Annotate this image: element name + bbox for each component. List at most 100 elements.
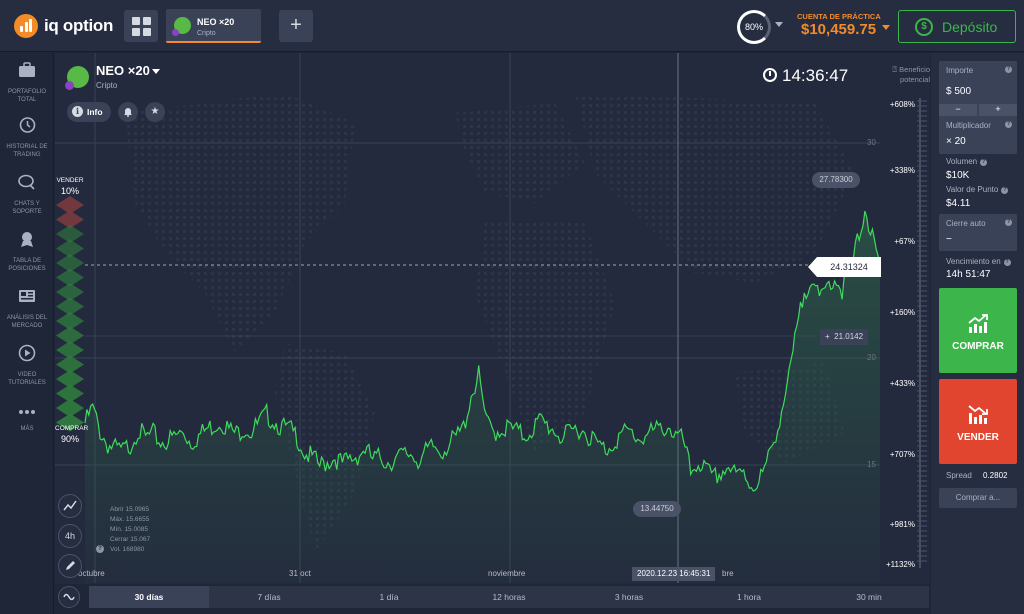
period-12h[interactable]: 12 horas bbox=[449, 586, 569, 608]
sidebar-item-leaderboard[interactable]: TABLA DE POSICIONES bbox=[0, 230, 54, 273]
sidebar-item-history[interactable]: HISTORIAL DE TRADING bbox=[0, 116, 54, 159]
period-3h[interactable]: 3 horas bbox=[569, 586, 689, 608]
grid-icon bbox=[131, 16, 140, 25]
medal-icon bbox=[21, 232, 33, 247]
neo-coin-icon bbox=[172, 17, 191, 36]
profit-scale-ladder bbox=[917, 98, 927, 568]
sentiment-indicator bbox=[56, 196, 84, 432]
chart-asset-title[interactable]: NEO ×20 bbox=[96, 63, 150, 78]
increase-amount-button[interactable]: + bbox=[979, 104, 1017, 116]
multiplier-label: Multiplicador bbox=[946, 121, 991, 130]
account-type-label[interactable]: CUENTA DE PRÁCTICA bbox=[797, 12, 881, 21]
profit-pct: +160% bbox=[889, 308, 915, 317]
help-icon[interactable]: ? bbox=[96, 545, 104, 553]
account-chevron-down-icon[interactable] bbox=[882, 25, 890, 30]
amount-input[interactable]: $ 500 bbox=[946, 86, 971, 97]
chat-icon bbox=[18, 174, 35, 190]
sidebar-item-more[interactable]: MÁS bbox=[0, 403, 54, 433]
sidebar-item-label: MÁS bbox=[20, 426, 34, 432]
buy-sentiment-value: 90% bbox=[60, 434, 79, 444]
dollar-circle-icon: $ bbox=[915, 18, 933, 36]
price-tick: 20 bbox=[867, 353, 876, 362]
potential-profit-header: ⍰ Beneficio potencial bbox=[870, 65, 930, 85]
asset-tab-neo[interactable]: NEO ×20 Cripto bbox=[166, 9, 261, 43]
period-30d[interactable]: 30 días bbox=[89, 586, 209, 608]
indicators-button[interactable] bbox=[58, 494, 82, 518]
buy-at-button[interactable]: Comprar a... bbox=[939, 488, 1017, 508]
help-icon[interactable]: ? bbox=[1003, 259, 1011, 266]
sell-button[interactable]: VENDER bbox=[939, 379, 1017, 464]
profit-pct: +67% bbox=[894, 237, 915, 246]
strike-price-label[interactable]: + 21.0142 bbox=[820, 329, 869, 345]
ohlc-tooltip: Abrir 15.0965 Máx. 15.6655 Mín. 15.0085 … bbox=[110, 505, 150, 555]
chart-line-icon bbox=[63, 500, 77, 511]
alert-bell-button[interactable] bbox=[118, 102, 138, 122]
deposit-button[interactable]: $ Depósito bbox=[898, 10, 1016, 43]
logo-text: iq option bbox=[44, 16, 114, 35]
chart-area[interactable]: NEO ×20 Cripto i Info ★ 14:36:47 ⍰ Benef… bbox=[55, 53, 930, 584]
chevron-down-icon[interactable] bbox=[152, 69, 160, 74]
multiplier-field[interactable]: Multiplicador ? × 20 bbox=[939, 116, 1017, 154]
help-icon[interactable]: ? bbox=[1005, 219, 1012, 226]
trend-down-icon bbox=[968, 405, 988, 424]
profit-pct: +338% bbox=[889, 166, 915, 175]
auto-close-label: Cierre auto bbox=[946, 219, 986, 228]
timeframe-button[interactable]: 4h bbox=[58, 524, 82, 548]
drawing-tools-button[interactable] bbox=[58, 554, 82, 578]
account-balance[interactable]: $10,459.75 bbox=[801, 21, 876, 38]
neo-coin-icon bbox=[65, 66, 89, 90]
all-assets-button[interactable] bbox=[124, 10, 158, 42]
price-chart[interactable] bbox=[55, 53, 930, 584]
spread-label: Spread bbox=[946, 471, 972, 480]
history-icon bbox=[19, 117, 36, 133]
ohlc-volume: Vol. 168980 bbox=[110, 546, 145, 553]
auto-close-field[interactable]: Cierre auto ? − bbox=[939, 214, 1017, 251]
amount-label: Importe bbox=[946, 66, 974, 75]
add-asset-button[interactable]: + bbox=[279, 10, 313, 42]
chart-asset-category: Cripto bbox=[96, 81, 118, 90]
sidebar-item-video-tutorials[interactable]: VIDEO TUTORIALES bbox=[0, 344, 54, 387]
period-1h[interactable]: 1 hora bbox=[689, 586, 809, 608]
pencil-icon bbox=[66, 561, 75, 570]
sidebar-item-chat[interactable]: CHATS Y SOPORTE bbox=[0, 173, 54, 216]
ohlc-close: Cerrar 15.067 bbox=[110, 536, 151, 543]
iq-option-logo[interactable]: iq option bbox=[14, 14, 113, 38]
ohlc-low: Mín. 15.0085 bbox=[110, 526, 148, 533]
chevron-down-icon[interactable] bbox=[775, 22, 783, 27]
period-7d[interactable]: 7 días bbox=[209, 586, 329, 608]
sidebar-item-portfolio[interactable]: PORTAFOLIO TOTAL bbox=[0, 61, 54, 104]
help-icon[interactable]: ? bbox=[980, 159, 988, 166]
sidebar-item-label: VIDEO TUTORIALES bbox=[8, 372, 46, 386]
favorite-button[interactable]: ★ bbox=[145, 102, 165, 122]
period-1d[interactable]: 1 día bbox=[329, 586, 449, 608]
amount-stepper: − + bbox=[939, 104, 1017, 116]
asset-tab-category: Cripto bbox=[197, 30, 216, 37]
plus-icon: + bbox=[825, 332, 830, 341]
amount-field[interactable]: Importe ? $ 500 − + bbox=[939, 61, 1017, 117]
star-icon: ★ bbox=[150, 106, 160, 117]
low-price-label: 13.44750 bbox=[633, 501, 681, 517]
sidebar-item-label: TABLA DE POSICIONES bbox=[8, 258, 46, 272]
info-icon: i bbox=[72, 106, 83, 117]
help-icon[interactable]: ? bbox=[1005, 121, 1012, 128]
auto-close-value: − bbox=[946, 234, 952, 245]
info-button[interactable]: i Info bbox=[67, 102, 111, 122]
profit-pct: +1132% bbox=[886, 560, 915, 569]
help-icon[interactable]: ? bbox=[1005, 66, 1012, 73]
sidebar-item-market-analysis[interactable]: ANÁLISIS DEL MERCADO bbox=[0, 287, 54, 330]
decrease-amount-button[interactable]: − bbox=[939, 104, 977, 116]
buy-button[interactable]: COMPRAR bbox=[939, 288, 1017, 373]
help-icon[interactable]: ? bbox=[1001, 187, 1009, 194]
multiplier-value[interactable]: × 20 bbox=[946, 136, 966, 147]
help-icon[interactable]: ⍰ bbox=[893, 65, 898, 74]
volume-value: $10K bbox=[946, 170, 970, 181]
profit-pct: +608% bbox=[889, 100, 915, 109]
more-icon bbox=[19, 410, 35, 414]
wave-icon bbox=[63, 593, 75, 601]
chart-type-button[interactable] bbox=[58, 586, 80, 608]
level-gauge[interactable]: 80% bbox=[737, 10, 771, 44]
x-tick: 31 oct bbox=[289, 569, 311, 578]
point-value-value: $4.11 bbox=[946, 198, 971, 209]
sidebar-item-label: PORTAFOLIO TOTAL bbox=[7, 89, 47, 103]
period-30min[interactable]: 30 min bbox=[809, 586, 929, 608]
